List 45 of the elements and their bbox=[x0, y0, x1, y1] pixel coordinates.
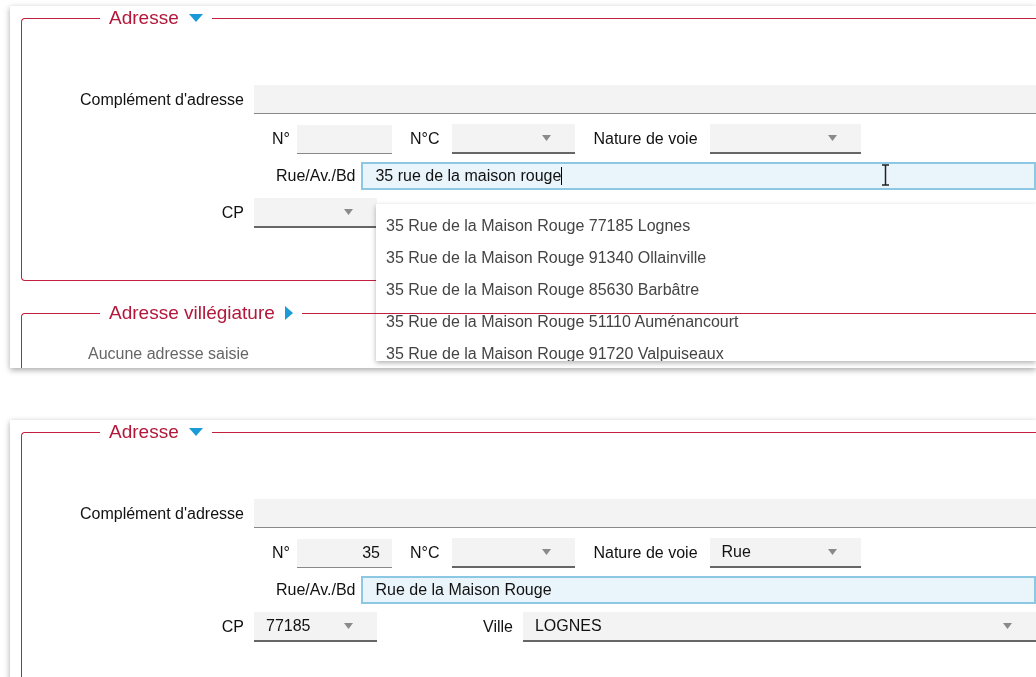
complement-field[interactable] bbox=[254, 85, 1036, 114]
field-label: N° bbox=[272, 129, 290, 149]
caret-icon bbox=[827, 135, 837, 141]
street-type-select[interactable] bbox=[709, 124, 861, 154]
empty-message: Aucune adresse saisie bbox=[88, 344, 249, 364]
field-label: CP bbox=[220, 617, 244, 637]
field-label: Rue/Av./Bd bbox=[276, 580, 356, 600]
field-label: CP bbox=[220, 203, 244, 223]
collapsed-triangle-icon[interactable] bbox=[284, 306, 293, 320]
caret-icon bbox=[827, 549, 837, 555]
number-complement-select[interactable] bbox=[452, 124, 576, 154]
suggestion-item[interactable]: 35 Rue de la Maison Rouge 51110 Auménancourt bbox=[376, 306, 1036, 338]
field-label: N°C bbox=[409, 129, 440, 149]
number-field[interactable]: 35 bbox=[296, 538, 392, 568]
field-label: Complément d'adresse bbox=[78, 503, 244, 524]
suggestion-item[interactable]: 35 Rue de la Maison Rouge 77185 Lognes bbox=[376, 210, 1036, 242]
field-label: Nature de voie bbox=[593, 543, 698, 563]
number-complement-select[interactable] bbox=[452, 538, 576, 568]
field-label: Complément d'adresse bbox=[78, 89, 244, 110]
caret-icon bbox=[344, 623, 353, 629]
expanded-triangle-icon[interactable] bbox=[188, 14, 203, 22]
street-field[interactable]: Rue de la Maison Rouge bbox=[361, 576, 1036, 604]
caret-icon bbox=[542, 549, 552, 555]
field-label: Rue/Av./Bd bbox=[276, 166, 356, 186]
caret-icon bbox=[542, 135, 552, 141]
section-title: Adresse villégiature bbox=[109, 301, 275, 325]
postcode-select[interactable] bbox=[254, 198, 377, 228]
postcode-select[interactable]: 77185 bbox=[254, 612, 377, 642]
suggestion-item[interactable]: 35 Rue de la Maison Rouge 91340 Ollainville bbox=[376, 242, 1036, 274]
street-type-select[interactable]: Rue bbox=[709, 538, 861, 568]
city-select[interactable]: LOGNES bbox=[522, 612, 1036, 642]
caret-icon bbox=[1003, 623, 1012, 629]
text-cursor-icon bbox=[881, 164, 890, 186]
caret-icon bbox=[344, 209, 353, 215]
street-field[interactable]: 35 rue de la maison rouge bbox=[361, 162, 1036, 190]
complement-field[interactable] bbox=[254, 499, 1036, 528]
field-label: Ville bbox=[483, 617, 513, 637]
suggestion-item[interactable]: 35 Rue de la Maison Rouge 85630 Barbâtre bbox=[376, 274, 1036, 306]
field-label: N° bbox=[272, 543, 290, 563]
expanded-triangle-icon[interactable] bbox=[188, 428, 203, 436]
number-field[interactable] bbox=[296, 124, 392, 154]
field-label: Nature de voie bbox=[593, 129, 698, 149]
section-title: Adresse bbox=[109, 6, 179, 30]
field-label: N°C bbox=[409, 543, 440, 563]
section-title: Adresse bbox=[109, 420, 179, 444]
